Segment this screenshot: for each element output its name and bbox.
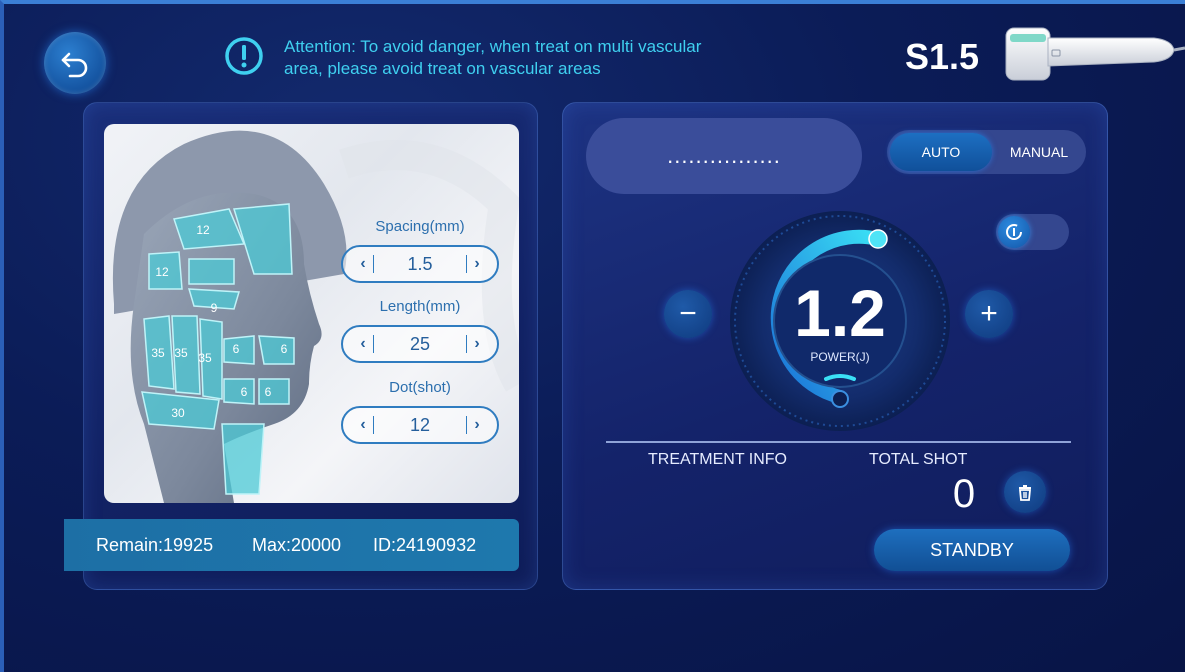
spacing-increase-button[interactable]: › bbox=[467, 255, 487, 273]
zone-label-under-eye: 9 bbox=[211, 301, 218, 315]
mode-auto-button[interactable]: AUTO bbox=[890, 133, 992, 171]
length-value: 25 bbox=[409, 333, 431, 354]
dot-label: Dot(shot) bbox=[389, 379, 451, 396]
model-label: S1.5 bbox=[905, 36, 980, 77]
total-shot-label: TOTAL SHOT bbox=[869, 451, 968, 468]
zone-label-nose-right: 6 bbox=[281, 342, 288, 356]
zone-label-nose-left: 6 bbox=[233, 342, 240, 356]
decrease-power-button[interactable]: − bbox=[664, 290, 712, 338]
attention-message: Attention: To avoid danger, when treat o… bbox=[284, 37, 702, 78]
dot-decrease-button[interactable]: ‹ bbox=[353, 416, 373, 434]
zone-label-jaw: 30 bbox=[171, 406, 185, 420]
length-increase-button[interactable]: › bbox=[467, 335, 487, 353]
zone-label-temple: 12 bbox=[155, 265, 169, 279]
device-id: ID:24190932 bbox=[373, 535, 477, 555]
zone-label-chin-right: 6 bbox=[265, 385, 272, 399]
power-unit: POWER(J) bbox=[810, 350, 870, 364]
zone-label-chin-left: 6 bbox=[241, 385, 248, 399]
spacing-decrease-button[interactable]: ‹ bbox=[353, 255, 373, 273]
password-field[interactable]: ................ bbox=[586, 118, 862, 194]
treatment-info-label: TREATMENT INFO bbox=[648, 451, 787, 468]
standby-button[interactable]: STANDBY bbox=[874, 529, 1070, 571]
zone-label-forehead: 12 bbox=[196, 223, 210, 237]
length-label: Length(mm) bbox=[379, 298, 461, 315]
spacing-label: Spacing(mm) bbox=[375, 218, 465, 235]
power-value: 1.2 bbox=[794, 276, 886, 350]
spacing-stepper: ‹ 1.5 › bbox=[341, 245, 499, 283]
dot-stepper: ‹ 12 › bbox=[341, 406, 499, 444]
back-arrow-icon bbox=[61, 52, 88, 78]
dot-value: 12 bbox=[409, 414, 431, 435]
handpiece-image bbox=[1005, 27, 1185, 81]
zone-label-cheek-a: 35 bbox=[151, 346, 165, 360]
info-bar: Remain:19925 Max:20000 ID:24190932 bbox=[64, 519, 519, 571]
divider bbox=[606, 441, 1071, 443]
repeat-knob bbox=[998, 216, 1030, 248]
zone-label-cheek-b: 35 bbox=[174, 346, 188, 360]
mode-manual-button[interactable]: MANUAL bbox=[995, 133, 1083, 171]
exclamation-circle-icon bbox=[225, 37, 263, 75]
mode-toggle: AUTO MANUAL bbox=[887, 130, 1086, 174]
total-shot-value: 0 bbox=[952, 472, 976, 516]
repeat-toggle[interactable] bbox=[996, 214, 1069, 250]
zone-label-cheek-c: 35 bbox=[198, 351, 212, 365]
back-button[interactable] bbox=[44, 32, 106, 94]
reset-shots-button[interactable] bbox=[1004, 471, 1046, 513]
spacing-value: 1.5 bbox=[407, 253, 433, 274]
length-decrease-button[interactable]: ‹ bbox=[353, 335, 373, 353]
max-count: Max:20000 bbox=[252, 535, 342, 555]
repeat-icon bbox=[1006, 224, 1022, 240]
length-stepper: ‹ 25 › bbox=[341, 325, 499, 363]
dot-increase-button[interactable]: › bbox=[467, 416, 487, 434]
trash-icon bbox=[1019, 485, 1031, 501]
remain-count: Remain:19925 bbox=[96, 535, 214, 555]
increase-power-button[interactable]: + bbox=[965, 290, 1013, 338]
